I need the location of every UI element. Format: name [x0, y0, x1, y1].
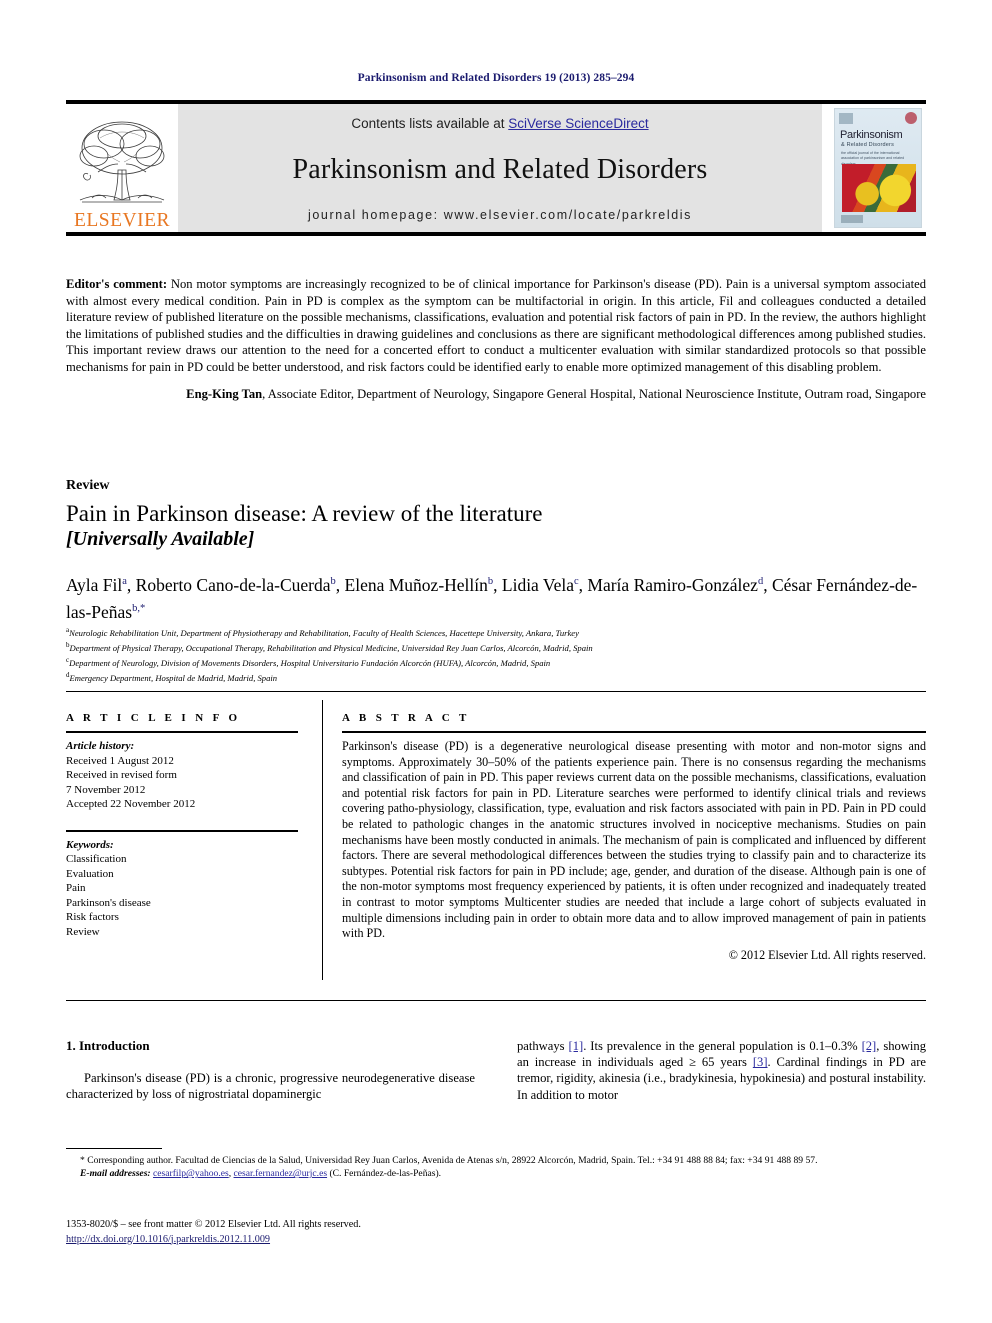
keywords-rule — [66, 829, 298, 832]
author-name[interactable]: Elena Muñoz-Hellín — [345, 575, 488, 595]
affiliation-item: cDepartment of Neurology, Division of Mo… — [66, 656, 551, 668]
journal-title: Parkinsonism and Related Disorders — [292, 153, 708, 185]
article-history-line: Received 1 August 2012 — [66, 754, 174, 767]
editor-name: Eng-King Tan — [186, 387, 263, 401]
cover-artwork — [842, 164, 916, 212]
author-name[interactable]: María Ramiro-González — [587, 575, 758, 595]
body-column-left: 1. Introduction Parkinson's disease (PD)… — [66, 1038, 475, 1103]
article-history-line: Received in revised form — [66, 769, 177, 781]
keyword-item[interactable]: Review — [66, 925, 298, 940]
article-history-line: 7 November 2012 — [66, 783, 146, 796]
elsevier-wordmark: ELSEVIER — [73, 209, 171, 231]
body-column-right: pathways [1]. Its prevalence in the gene… — [517, 1038, 926, 1103]
author-affiliation-mark: a — [122, 576, 127, 587]
page-title: Pain in Parkinson disease: A review of t… — [66, 501, 543, 526]
email-link-primary[interactable]: cesarfilp@yahoo.es — [153, 1168, 229, 1179]
elsevier-tree-icon — [74, 114, 170, 210]
cover-title: Parkinsonism — [840, 129, 903, 141]
article-info-column: A R T I C L E I N F O Article history: R… — [66, 712, 298, 939]
affiliation-mark: d — [66, 671, 70, 680]
affiliation-item: dEmergency Department, Hospital de Madri… — [66, 671, 278, 684]
title-block: Pain in Parkinson disease: A review of t… — [66, 500, 926, 552]
masthead-rule-bottom — [66, 232, 926, 236]
footnote-rule — [66, 1148, 162, 1149]
body-columns: 1. Introduction Parkinson's disease (PD)… — [66, 1038, 926, 1103]
author-affiliation-mark: c — [573, 576, 579, 587]
keywords-label: Keywords: — [66, 838, 114, 851]
contents-prefix: Contents lists available at — [351, 116, 509, 131]
issn-line: 1353-8020/$ – see front matter © 2012 El… — [66, 1219, 361, 1230]
keywords-lines: Classification Evaluation Pain Parkinson's … — [66, 852, 298, 939]
affiliation-list: aNeurologic Rehabilitation Unit, Departm… — [66, 624, 926, 684]
article-info-rule — [66, 731, 298, 733]
contents-available-line: Contents lists available at SciVerse Sci… — [351, 116, 648, 131]
article-history-line: Accepted 22 November 2012 — [66, 798, 196, 810]
article-history-lines: Received 1 August 2012 Received in revise… — [66, 754, 298, 812]
editor-affiliation: , Associate Editor, Department of Neurol… — [262, 387, 926, 401]
info-abstract-column-divider — [322, 700, 323, 980]
journal-cover-thumbnail: Parkinsonism & Related Disorders the off… — [830, 104, 926, 232]
issn-doi-block: 1353-8020/$ – see front matter © 2012 El… — [66, 1218, 926, 1247]
info-divider-bottom — [66, 1000, 926, 1001]
journal-article-page: Parkinsonism and Related Disorders 19 (2… — [0, 0, 992, 1323]
cover-top-bar — [839, 112, 917, 124]
editors-comment-signature: Eng-King Tan, Associate Editor, Departme… — [66, 386, 926, 403]
corresponding-author-note: * Corresponding author. Facultad de Cien… — [80, 1155, 818, 1166]
abstract-text: Parkinson's disease (PD) is a degenerati… — [342, 739, 926, 941]
citation-link[interactable]: [2] — [862, 1039, 877, 1053]
email-addresses-note: E-mail addresses: cesarfilp@yahoo.es, ce… — [66, 1167, 926, 1180]
journal-homepage-line[interactable]: journal homepage: www.elsevier.com/locat… — [308, 208, 692, 222]
author-affiliation-mark: d — [757, 576, 764, 587]
affiliation-mark: c — [66, 656, 70, 665]
footnote-block: * Corresponding author. Facultad de Cien… — [66, 1154, 926, 1180]
abstract-copyright: © 2012 Elsevier Ltd. All rights reserved… — [728, 947, 926, 962]
cover-elsevier-badge-icon — [839, 112, 853, 124]
sciencedirect-link[interactable]: SciVerse ScienceDirect — [508, 116, 648, 131]
article-type-label: Review — [66, 478, 110, 493]
author-affiliation-mark: b — [487, 576, 494, 587]
keyword-item[interactable]: Parkinson's disease — [66, 896, 298, 911]
affiliation-item: bDepartment of Physical Therapy, Occupat… — [66, 641, 593, 653]
elsevier-logo: ELSEVIER — [66, 104, 178, 232]
cover-publisher-mark — [841, 215, 863, 223]
journal-masthead: ELSEVIER Contents lists available at Sci… — [66, 100, 926, 236]
affiliation-mark: a — [66, 626, 70, 634]
email-addresses-label: E-mail addresses: — [80, 1168, 151, 1180]
section-heading-introduction: 1. Introduction — [66, 1038, 150, 1053]
keyword-item[interactable]: Pain — [66, 881, 298, 896]
masthead-center: Contents lists available at SciVerse Sci… — [178, 104, 822, 232]
author-name[interactable]: Roberto Cano-de-la-Cuerda — [136, 575, 331, 595]
editors-comment-label: Editor's comment: — [66, 277, 168, 291]
citation-link[interactable]: [1] — [569, 1039, 584, 1053]
author-name[interactable]: Ayla Fil — [66, 575, 122, 595]
author-name[interactable]: Lidia Vela — [502, 575, 574, 595]
intro-paragraph-left: Parkinson's disease (PD) is a chronic, p… — [66, 1071, 475, 1102]
abstract-rule — [342, 731, 926, 733]
editors-comment-text: Non motor symptoms are increasingly reco… — [66, 277, 926, 374]
cover-subtitle: & Related Disorders — [841, 142, 895, 148]
article-history-label: Article history: — [66, 740, 135, 752]
page-subtitle: [Universally Available] — [66, 528, 255, 550]
keyword-item[interactable]: Risk factors — [66, 910, 298, 925]
affiliation-mark: b — [66, 641, 70, 650]
article-info-heading: A R T I C L E I N F O — [66, 712, 241, 724]
keyword-item[interactable]: Evaluation — [66, 867, 298, 882]
cover-society-badge-icon — [905, 112, 917, 124]
author-affiliation-mark: b,* — [132, 602, 146, 614]
abstract-column: A B S T R A C T Parkinson's disease (PD)… — [342, 712, 926, 963]
keyword-item[interactable]: Classification — [66, 852, 298, 867]
affiliation-item: aNeurologic Rehabilitation Unit, Departm… — [66, 626, 579, 638]
doi-link[interactable]: http://dx.doi.org/10.1016/j.parkreldis.2… — [66, 1234, 270, 1245]
author-affiliation-mark: b — [330, 576, 336, 587]
author-list: Ayla Fila, Roberto Cano-de-la-Cuerdab, E… — [66, 574, 918, 622]
intro-paragraph-right: pathways [1]. Its prevalence in the gene… — [517, 1039, 927, 1102]
citation-link[interactable]: [3] — [753, 1055, 768, 1069]
editors-comment-block: Editor's comment: Non motor symptoms are… — [66, 276, 926, 403]
running-head: Parkinsonism and Related Disorders 19 (2… — [357, 72, 635, 84]
abstract-heading: A B S T R A C T — [342, 712, 470, 724]
email-owner: (C. Fernández-de-las-Peñas). — [327, 1168, 442, 1180]
info-divider-top — [66, 691, 926, 692]
email-link-secondary[interactable]: cesar.fernandez@urjc.es — [234, 1168, 328, 1179]
